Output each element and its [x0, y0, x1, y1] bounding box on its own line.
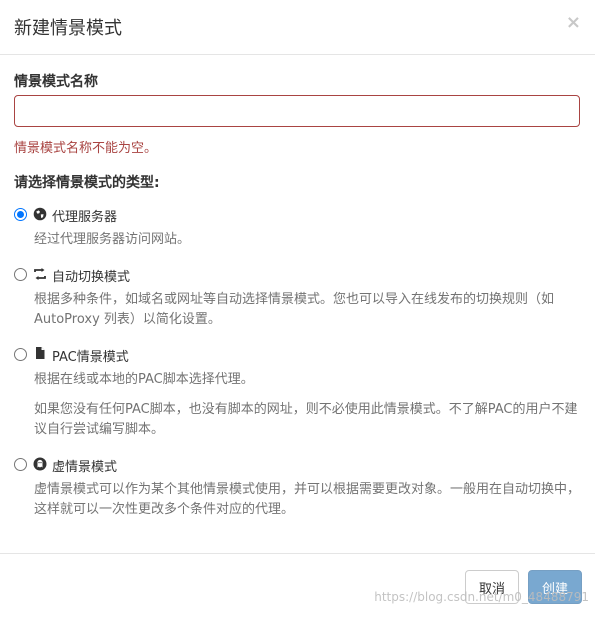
close-icon[interactable]: ×: [566, 12, 581, 33]
option-label-switch: 自动切换模式: [52, 270, 131, 285]
dialog-header: 新建情景模式 ×: [0, 0, 595, 55]
new-profile-dialog: 新建情景模式 × 情景模式名称 情景模式名称不能为空。 请选择情景模式的类型: …: [0, 0, 595, 618]
option-label-virtual: 虚情景模式: [52, 460, 118, 475]
radio-proxy[interactable]: [14, 208, 27, 221]
dialog-title: 新建情景模式: [14, 18, 122, 39]
radio-switch[interactable]: [14, 268, 27, 281]
ghost-icon: [33, 457, 47, 471]
option-help-switch: 根据多种条件，如域名或网址等自动选择情景模式。您也可以导入在线发布的切换规则（如…: [34, 292, 555, 327]
option-help-pac-2: 如果您没有任何PAC脚本，也没有脚本的网址，则不必使用此情景模式。不了解PAC的…: [34, 402, 578, 437]
option-label-pac: PAC情景模式: [52, 350, 129, 365]
retweet-icon: [34, 268, 46, 280]
profile-type-label: 请选择情景模式的类型:: [14, 175, 160, 191]
option-label-proxy: 代理服务器: [52, 210, 118, 225]
profile-name-label: 情景模式名称: [14, 74, 98, 90]
profile-name-error: 情景模式名称不能为空。: [14, 141, 158, 156]
radio-pac[interactable]: [14, 348, 27, 361]
option-help-virtual: 虚情景模式可以作为某个其他情景模式使用，并可以根据需要更改对象。一般用在自动切换…: [34, 482, 581, 517]
watermark: https://blog.csdn.net/m0_48488791: [374, 590, 589, 604]
radio-virtual[interactable]: [14, 458, 27, 471]
option-help-pac-1: 根据在线或本地的PAC脚本选择代理。: [34, 372, 254, 387]
file-icon: [36, 347, 45, 359]
option-help-proxy: 经过代理服务器访问网站。: [34, 232, 191, 247]
profile-name-input[interactable]: [14, 95, 580, 127]
footer-divider: [0, 553, 595, 554]
globe-icon: [33, 207, 47, 221]
